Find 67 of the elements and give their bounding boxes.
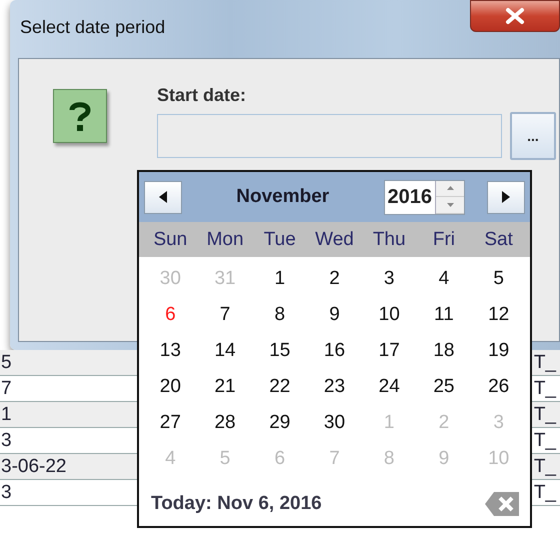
calendar-day[interactable]: 6 xyxy=(165,304,176,326)
calendar-day[interactable]: 4 xyxy=(438,268,450,290)
table-cell-text: T_ xyxy=(534,455,556,479)
calendar-day[interactable]: 30 xyxy=(324,412,346,434)
calendar-day[interactable]: 14 xyxy=(214,340,236,362)
table-cell-text: 3 xyxy=(1,429,12,453)
month-label: November xyxy=(235,186,330,208)
calendar-day[interactable]: 18 xyxy=(433,340,454,362)
close-icon xyxy=(503,7,527,25)
table-cell-text: 1 xyxy=(1,403,12,427)
calendar-day[interactable]: 23 xyxy=(324,376,346,398)
calendar-day[interactable]: 2 xyxy=(329,268,340,290)
start-date-field[interactable] xyxy=(157,114,502,158)
calendar-day[interactable]: 9 xyxy=(329,304,340,326)
calendar-day[interactable]: 11 xyxy=(434,304,454,326)
weekday-label: Sun xyxy=(153,228,188,250)
weekday-label: Fri xyxy=(432,228,455,250)
next-month-button[interactable] xyxy=(487,180,525,214)
up-icon xyxy=(446,186,454,190)
close-button[interactable] xyxy=(470,0,560,32)
year-spinner[interactable]: 2016 xyxy=(384,180,465,214)
calendar-day[interactable]: 28 xyxy=(214,412,236,434)
clear-button[interactable] xyxy=(484,491,520,517)
weekday-label: Mon xyxy=(206,228,244,250)
table-cell-text: T_ xyxy=(534,351,556,375)
calendar-day[interactable]: 17 xyxy=(378,340,400,362)
table-cell-text: 3-06-22 xyxy=(1,455,66,479)
table-cell-text: T_ xyxy=(534,377,556,401)
down-icon xyxy=(446,202,454,207)
calendar-day[interactable]: 5 xyxy=(493,268,504,290)
right-triangle-icon xyxy=(502,191,510,203)
table-cell-text: 7 xyxy=(1,377,12,401)
calendar-day[interactable]: 24 xyxy=(378,376,400,398)
left-triangle-icon xyxy=(159,191,167,203)
calendar-day[interactable]: 26 xyxy=(488,376,510,398)
question-icon xyxy=(53,89,107,143)
backspace-icon xyxy=(484,491,520,517)
previous-month-button[interactable] xyxy=(144,180,182,214)
calendar-day[interactable]: 12 xyxy=(488,304,510,326)
weekday-label: Tue xyxy=(264,228,296,250)
calendar-day[interactable]: 16 xyxy=(324,340,346,362)
weekday-label: Thu xyxy=(372,228,406,250)
calendar-day[interactable]: 22 xyxy=(269,376,290,398)
calendar-day[interactable]: 13 xyxy=(160,340,181,362)
start-date-label: Start date: xyxy=(157,85,248,106)
table-cell-text: 5 xyxy=(1,351,12,375)
table-cell-text: 3 xyxy=(1,481,12,505)
calendar-day[interactable]: 8 xyxy=(274,304,286,326)
calendar-day[interactable]: 1 xyxy=(274,268,286,290)
calendar-day[interactable]: 10 xyxy=(378,304,400,326)
table-cell-text: T_ xyxy=(534,481,556,505)
weekday-label: Wed xyxy=(315,228,354,250)
calendar-day[interactable]: 15 xyxy=(269,340,290,362)
weekday-label: Sat xyxy=(484,228,513,250)
calendar-day[interactable]: 7 xyxy=(220,304,230,326)
calendar-day[interactable]: 20 xyxy=(160,376,181,398)
calendar-day[interactable]: 25 xyxy=(433,376,454,398)
table-cell-text: T_ xyxy=(534,403,556,427)
window-title: Select date period xyxy=(20,16,166,38)
calendar-day[interactable]: 21 xyxy=(214,376,236,398)
today-link[interactable]: Today: Nov 6, 2016 xyxy=(151,493,322,515)
table-cell-text: T_ xyxy=(534,429,556,453)
calendar-day[interactable]: 27 xyxy=(160,412,181,434)
calendar-day[interactable]: 3 xyxy=(384,268,394,290)
browse-button[interactable]: ... xyxy=(510,112,556,160)
calendar-day[interactable]: 29 xyxy=(269,412,290,434)
calendar-day[interactable]: 19 xyxy=(488,340,510,362)
